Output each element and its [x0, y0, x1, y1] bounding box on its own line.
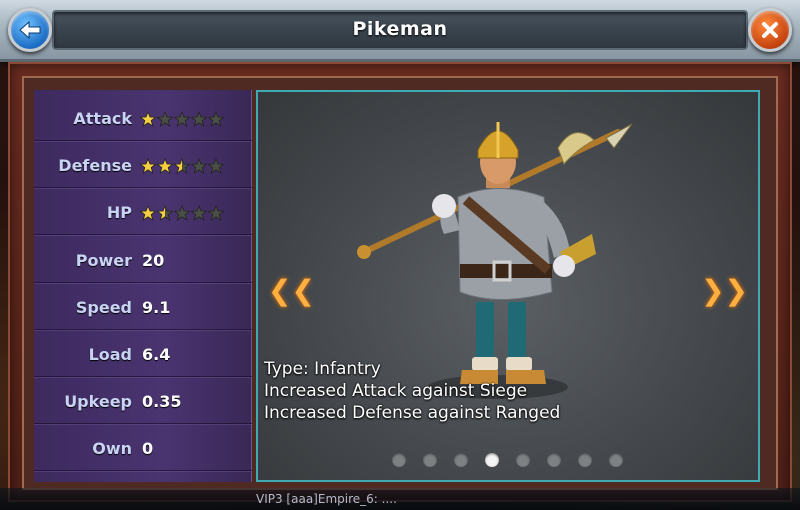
stat-value: 0.35 [142, 392, 182, 412]
stat-value: 0 [142, 439, 154, 459]
page-dot[interactable] [423, 453, 437, 467]
header-bar: Pikeman [0, 0, 800, 62]
star-icon [174, 158, 190, 175]
close-button[interactable] [748, 8, 792, 52]
stat-row-load: Load 6.4 [34, 330, 252, 377]
stat-row-power: Power 20 [34, 236, 252, 283]
star-icon [157, 111, 173, 127]
stat-value: 6.4 [142, 345, 171, 364]
stat-value: 20 [142, 250, 165, 270]
back-button[interactable] [8, 8, 52, 52]
stat-label: HP [106, 203, 132, 223]
page-dot[interactable] [547, 453, 561, 467]
star-rating [140, 205, 224, 222]
star-icon [208, 111, 224, 127]
unit-description: Type: Infantry Increased Attack against … [264, 358, 560, 424]
stat-label: Load [88, 345, 132, 364]
stat-row-speed: Speed 9.1 [34, 283, 252, 330]
star-rating [140, 111, 224, 127]
star-icon [208, 158, 224, 175]
unit-type-text: Type: Infantry [264, 359, 381, 379]
page-dot[interactable] [609, 453, 623, 467]
star-icon [140, 111, 156, 127]
star-icon [140, 205, 156, 222]
close-icon [762, 22, 778, 38]
stat-label: Speed [75, 297, 132, 317]
star-icon [157, 158, 173, 175]
stat-row-own: Own 0 [34, 424, 252, 472]
page-indicator [392, 453, 623, 467]
stats-panel: Attack Defense HP Power 20 Speed 9.1 Load 6.4 Upk… [34, 90, 252, 482]
stat-label: Defense [58, 156, 132, 176]
stat-row-hp: HP [34, 188, 252, 236]
page-dot[interactable] [516, 453, 530, 467]
chat-ticker[interactable]: VIP3 [aaa]Empire_6: .... [0, 488, 800, 510]
stat-row-defense: Defense [34, 141, 252, 189]
page-dot[interactable] [485, 453, 499, 467]
stat-label: Upkeep [64, 392, 132, 412]
unit-bonus-text-1: Increased Attack against Siege [264, 381, 528, 401]
arrow-left-icon [19, 20, 41, 40]
stat-label: Attack [73, 109, 132, 128]
stat-label: Power [75, 250, 132, 270]
previous-unit-arrow[interactable]: ❮❮ [268, 274, 315, 307]
stat-row-attack: Attack [34, 94, 252, 141]
stat-label: Own [92, 439, 132, 459]
unit-bonus-text-2: Increased Defense against Ranged [264, 403, 561, 423]
star-rating [140, 158, 224, 175]
page-dot[interactable] [454, 453, 468, 467]
star-icon [157, 205, 173, 222]
unit-viewer[interactable]: ❮❮ ❯❯ Type: Infantry Increased Attack ag… [256, 90, 760, 482]
page-title: Pikeman [352, 18, 448, 40]
stat-row-upkeep: Upkeep 0.35 [34, 377, 252, 425]
pikeman-figure [357, 122, 633, 399]
star-icon [174, 111, 190, 127]
next-unit-arrow[interactable]: ❯❯ [701, 274, 748, 307]
stat-value: 9.1 [142, 297, 171, 317]
star-icon [191, 111, 207, 127]
star-icon [174, 205, 190, 222]
star-icon [208, 205, 224, 222]
star-icon [191, 205, 207, 222]
page-dot[interactable] [578, 453, 592, 467]
star-icon [140, 158, 156, 175]
page-dot[interactable] [392, 453, 406, 467]
star-icon [191, 158, 207, 175]
